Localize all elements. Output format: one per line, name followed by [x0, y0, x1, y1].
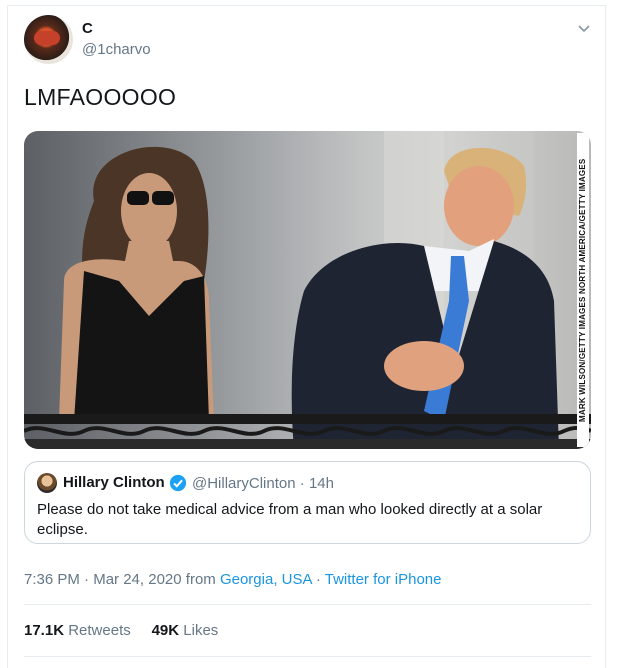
quoted-meta: @HillaryClinton · 14h: [192, 475, 334, 492]
tweet-card: C @1charvo LMFAOOOOO MARK WILSON/GETTY I…: [7, 5, 606, 668]
tweet-stats: 17.1K Retweets 49K Likes: [24, 622, 218, 639]
from-word: from: [185, 571, 216, 588]
meta-dot: ·: [84, 571, 90, 588]
tweet-date[interactable]: Mar 24, 2020: [93, 571, 181, 588]
verified-badge-icon: [169, 474, 187, 492]
author-handle[interactable]: @1charvo: [82, 41, 151, 58]
tweet-time[interactable]: 7:36 PM: [24, 571, 80, 588]
quoted-text: Please do not take medical advice from a…: [37, 501, 543, 538]
retweets-stat[interactable]: 17.1K Retweets: [24, 622, 131, 639]
tweet-photo[interactable]: MARK WILSON/GETTY IMAGES NORTH AMERICA/G…: [24, 131, 591, 449]
divider: [24, 604, 591, 605]
quoted-separator: ·: [299, 475, 305, 492]
divider: [24, 656, 591, 657]
retweets-label: Retweets: [68, 622, 131, 639]
photo-credit: MARK WILSON/GETTY IMAGES NORTH AMERICA/G…: [577, 133, 589, 447]
quoted-avatar[interactable]: [37, 473, 57, 493]
tweet-text: LMFAOOOOO: [24, 84, 177, 110]
avatar-face: [34, 31, 60, 45]
quoted-tweet[interactable]: Hillary Clinton @HillaryClinton · 14h Pl…: [24, 461, 591, 544]
retweets-count: 17.1K: [24, 622, 65, 639]
chevron-down-icon[interactable]: [577, 24, 591, 34]
quoted-handle[interactable]: @HillaryClinton: [192, 475, 296, 492]
tweet-meta: 7:36 PM · Mar 24, 2020 from Georgia, USA…: [24, 571, 441, 588]
quoted-age[interactable]: 14h: [309, 475, 334, 492]
likes-count: 49K: [151, 622, 180, 639]
meta-dot: ·: [315, 571, 321, 588]
tweet-location-link[interactable]: Georgia, USA: [220, 571, 312, 588]
quoted-author-name[interactable]: Hillary Clinton: [63, 474, 165, 491]
photo-illustration: [24, 131, 591, 449]
tweet-client-link[interactable]: Twitter for iPhone: [325, 571, 442, 588]
likes-stat[interactable]: 49K Likes: [152, 622, 219, 639]
author-display-name[interactable]: C: [82, 20, 93, 37]
author-avatar[interactable]: [24, 15, 73, 64]
likes-label: Likes: [183, 622, 219, 639]
